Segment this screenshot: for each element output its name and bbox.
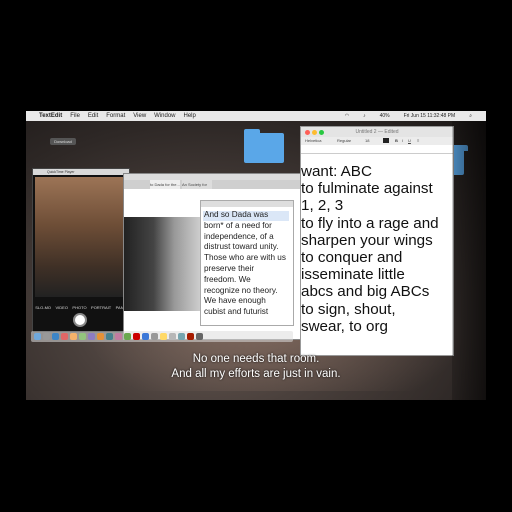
volume-icon[interactable]: ♪ bbox=[363, 111, 366, 121]
news-icon[interactable] bbox=[133, 333, 140, 340]
mode-photo[interactable]: PHOTO bbox=[72, 305, 86, 310]
document-text[interactable]: And so Dada was born* of a need for inde… bbox=[204, 210, 292, 318]
minimize-button[interactable] bbox=[312, 130, 317, 135]
mode-portrait[interactable]: PORTRAIT bbox=[91, 305, 111, 310]
quicktime-icon[interactable] bbox=[169, 333, 176, 340]
notes-icon[interactable] bbox=[70, 333, 77, 340]
preview-icon[interactable] bbox=[178, 333, 185, 340]
format-toolbar: Helvetica Regular 18 B I U ≡ bbox=[301, 137, 453, 145]
subtitle-line-2: And all my efforts are just in vain. bbox=[171, 368, 341, 380]
menu-file[interactable]: File bbox=[70, 111, 80, 121]
status-area: ◠ ♪ 40% Fri Jun 15 11:32:48 PM ⌕ bbox=[339, 111, 480, 121]
browser-tab[interactable]: An Society for the S... bbox=[182, 180, 212, 196]
ruler[interactable] bbox=[301, 145, 453, 154]
textedit-window[interactable]: Untitled 2 — Edited Helvetica Regular 18… bbox=[300, 126, 454, 356]
dock bbox=[31, 331, 293, 342]
menu-help[interactable]: Help bbox=[184, 111, 196, 121]
italic-icon[interactable]: I bbox=[402, 138, 403, 143]
document-titlebar[interactable] bbox=[201, 201, 293, 207]
menu-format[interactable]: Format bbox=[106, 111, 125, 121]
camera-titlebar[interactable]: QuickTime Player bbox=[33, 169, 129, 175]
shutter-button[interactable] bbox=[73, 313, 87, 327]
bold-icon[interactable]: B bbox=[395, 138, 398, 143]
underline-icon[interactable]: U bbox=[408, 138, 411, 143]
clock[interactable]: Fri Jun 15 11:32:48 PM bbox=[404, 111, 456, 121]
zoom-button[interactable] bbox=[319, 130, 324, 135]
document-body[interactable]: want: ABC to fulminate against 1, 2, 3 t… bbox=[301, 163, 453, 335]
align-icon[interactable]: ≡ bbox=[417, 138, 419, 143]
close-button[interactable] bbox=[305, 130, 310, 135]
wifi-icon[interactable]: ◠ bbox=[345, 111, 349, 121]
browser-tab[interactable]: to Dada for the... bbox=[150, 180, 180, 189]
menu-bar: TextEdit File Edit Format View Window He… bbox=[26, 111, 486, 121]
menu-edit[interactable]: Edit bbox=[88, 111, 98, 121]
camera-preview bbox=[35, 177, 127, 297]
numbers-icon[interactable] bbox=[124, 333, 131, 340]
folder-icon[interactable] bbox=[244, 129, 284, 163]
browser-photo bbox=[124, 217, 208, 311]
text-color-swatch[interactable] bbox=[383, 138, 389, 143]
app-store-icon[interactable] bbox=[106, 333, 113, 340]
menu-window[interactable]: Window bbox=[154, 111, 175, 121]
safari-icon[interactable] bbox=[52, 333, 59, 340]
music-icon[interactable] bbox=[115, 333, 122, 340]
photos-icon[interactable] bbox=[97, 333, 104, 340]
mode-slomo[interactable]: SLO-MO bbox=[35, 305, 51, 310]
podcasts-icon[interactable] bbox=[88, 333, 95, 340]
camera-window[interactable]: QuickTime Player SLO-MO VIDEO PHOTO PORT… bbox=[32, 168, 130, 333]
font-style-select[interactable]: Regular bbox=[337, 138, 351, 143]
calendar-icon[interactable] bbox=[61, 333, 68, 340]
finder-icon[interactable] bbox=[34, 333, 41, 340]
font-family-select[interactable]: Helvetica bbox=[305, 138, 321, 143]
messages-icon[interactable] bbox=[79, 333, 86, 340]
menu-app-name[interactable]: TextEdit bbox=[39, 111, 62, 121]
launchpad-icon[interactable] bbox=[43, 333, 50, 340]
photo-booth-icon[interactable] bbox=[187, 333, 194, 340]
menu-view[interactable]: View bbox=[133, 111, 146, 121]
mail-icon[interactable] bbox=[142, 333, 149, 340]
textedit-icon[interactable] bbox=[160, 333, 167, 340]
window-title: Untitled 2 — Edited bbox=[355, 129, 399, 135]
mode-video[interactable]: VIDEO bbox=[55, 305, 67, 310]
camera-title: QuickTime Player bbox=[47, 170, 75, 174]
dada-document-window[interactable]: And so Dada was born* of a need for inde… bbox=[200, 200, 294, 326]
camera-modes: SLO-MO VIDEO PHOTO PORTRAIT PANO bbox=[33, 303, 129, 311]
battery-label[interactable]: 40% bbox=[380, 111, 390, 121]
settings-icon[interactable] bbox=[151, 333, 158, 340]
desktop-badge[interactable]: Download bbox=[50, 138, 76, 145]
search-icon[interactable]: ⌕ bbox=[469, 111, 472, 121]
subtitle-line-1: No one needs that room. bbox=[192, 353, 320, 365]
trash-icon[interactable] bbox=[196, 333, 203, 340]
font-size-select[interactable]: 18 bbox=[365, 138, 369, 143]
